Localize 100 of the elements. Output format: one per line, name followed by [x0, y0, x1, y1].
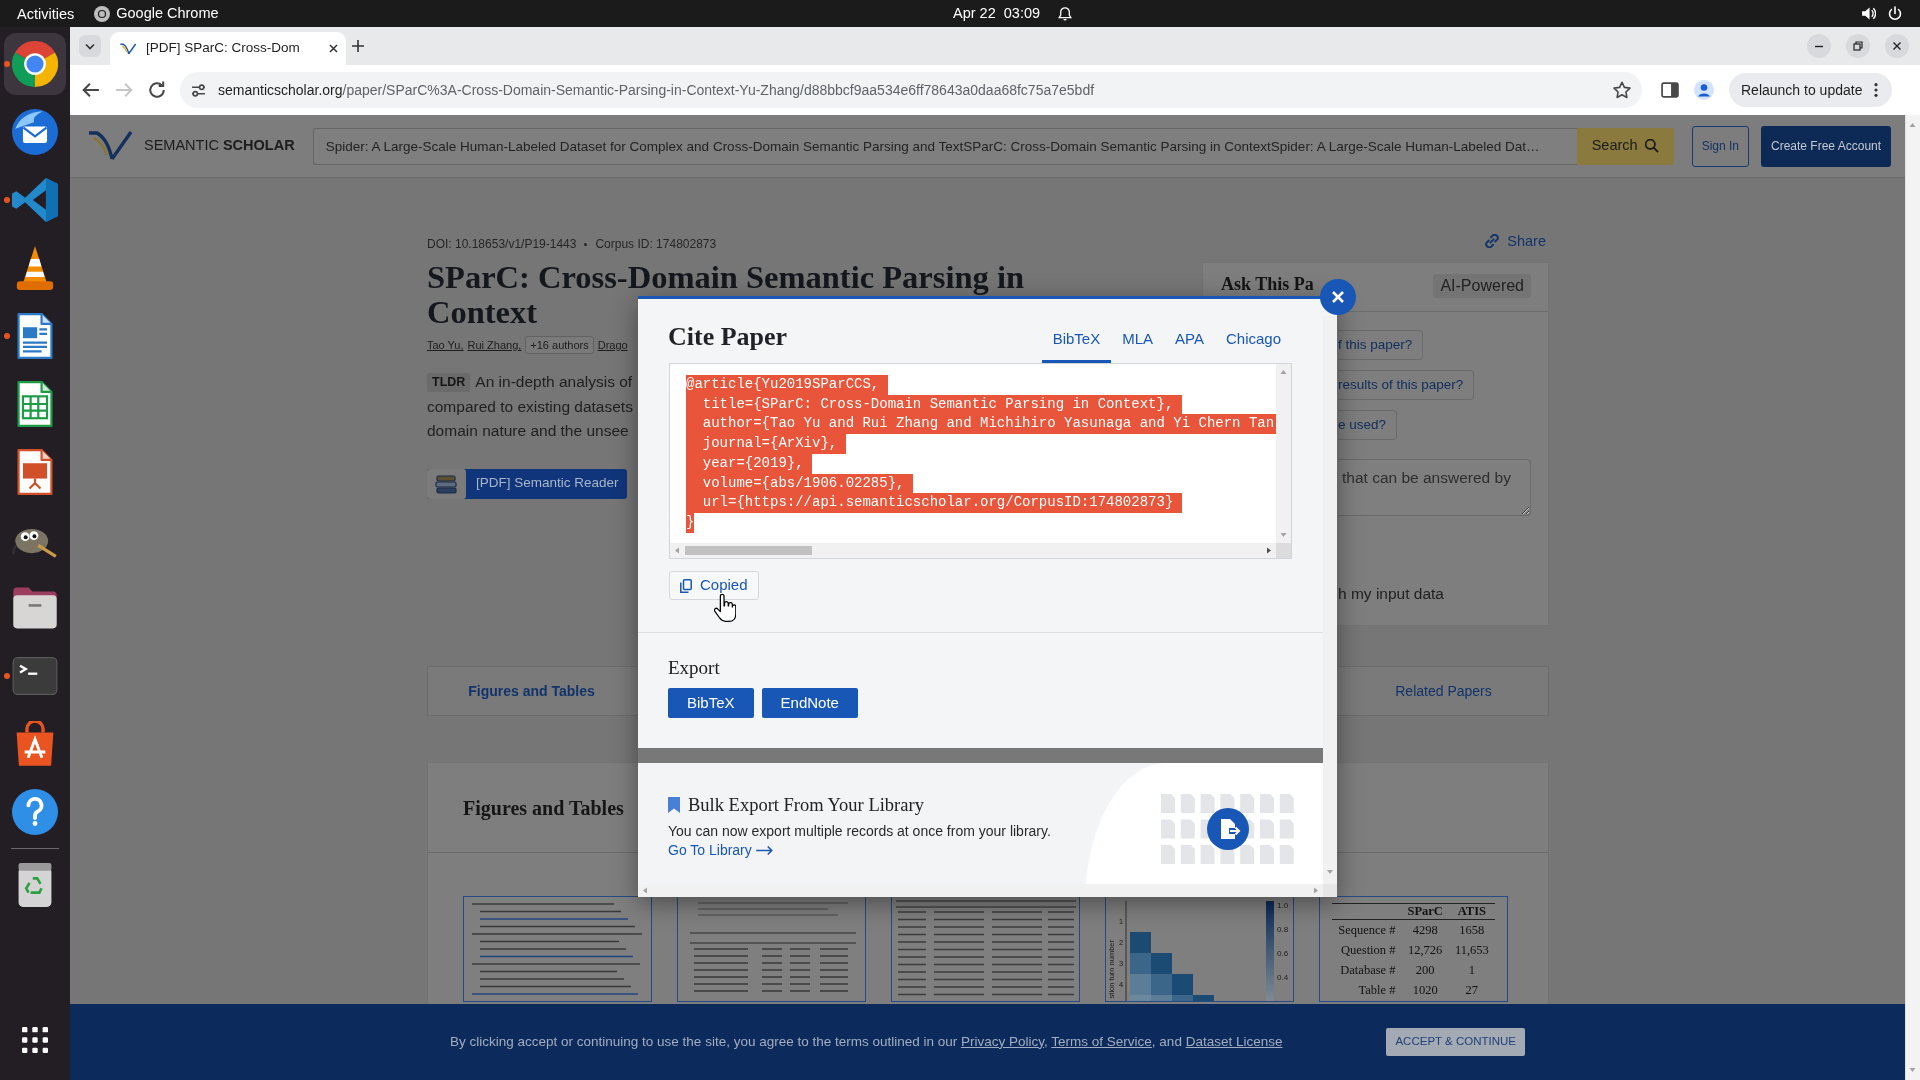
format-tab[interactable]: Chicago: [1214, 323, 1292, 363]
format-tab[interactable]: MLA: [1111, 323, 1165, 363]
copy-button[interactable]: Copied: [669, 571, 759, 600]
policy-link[interactable]: Dataset License: [1185, 1033, 1283, 1049]
table-figure-thumbnail[interactable]: SParC ATIS Sequence # 4298 1658 Question # 12,726 11,653 Database # 200 1 Table # 1020 27: [1319, 896, 1508, 1002]
tldr-label: TLDR: [427, 372, 471, 392]
cookie-notice-text: By clicking accept or continuing to use the site, you agree to the terms outlined in our Privacy Policy, Terms of Service, and Dataset License: [450, 1032, 1283, 1051]
clock[interactable]: Apr 22 03:09: [953, 2, 1041, 25]
accept-button[interactable]: ACCEPT & CONTINUE: [1386, 1028, 1525, 1056]
site-logo-icon: [120, 42, 136, 55]
activities-button[interactable]: Activities: [0, 3, 75, 24]
plus-icon[interactable]: [351, 39, 365, 53]
folder-icon: [12, 585, 58, 631]
app-grid-icon[interactable]: [22, 1027, 48, 1053]
horizontal-scrollbar[interactable]: [638, 884, 1323, 897]
paper-title: Context: [427, 296, 538, 329]
sign-in-button[interactable]: Sign In: [1691, 125, 1749, 167]
search-field[interactable]: Spider: A Large-Scale Human-Labeled Dataset for Complex and Cross-Domain Semantic Parsing and TextSParC: Cross-Domain Semantic Parsing in ContextSpider: A Large-Scale Human-Labeled Dat…: [312, 127, 1577, 165]
table-cell-text: 1020: [1411, 982, 1439, 1000]
address-bar[interactable]: semanticscholar.org/paper/SParC%3A-Cross-Domain-Semantic-Parsing-in-Context-Yu-Zhang/d88bbcf9aa534e6ff78643a0daa68fc75a7e5bdf: [180, 72, 1642, 108]
sliders-icon[interactable]: [191, 83, 206, 97]
restore-icon[interactable]: [1846, 34, 1870, 58]
link-icon: [1485, 234, 1500, 248]
file-export-icon[interactable]: [1207, 808, 1249, 850]
ai-powered-tag: AI-Powered: [1433, 274, 1531, 298]
bulk-export-text: You can now export multiple records at once from your library.: [668, 822, 1052, 841]
column-header: ATIS: [1448, 903, 1495, 920]
relaunch-button[interactable]: Relaunch to update: [1729, 73, 1893, 107]
vertical-scrollbar[interactable]: [1323, 316, 1337, 884]
paper-title: SParC: Cross-Domain Semantic Parsing in: [427, 261, 1025, 294]
table-cell: 4298: [1401, 919, 1449, 941]
bell-icon[interactable]: [1058, 6, 1073, 21]
table-cell-text: Table #: [1357, 982, 1397, 1000]
table-cell-text: 12,726: [1407, 941, 1444, 959]
arrow-right-icon: [755, 845, 773, 855]
search-button[interactable]: Search: [1576, 127, 1674, 165]
profile-icon[interactable]: [1694, 80, 1714, 100]
caret-down-icon[interactable]: [79, 35, 101, 57]
document-page-thumbnail[interactable]: [463, 896, 652, 1002]
bulk-export-title: Bulk Export From Your Library: [688, 794, 924, 816]
browser-tab[interactable]: [PDF] SParC: Cross-Dom: [110, 32, 346, 65]
consent-text: h my input data: [1338, 584, 1444, 604]
reload-icon[interactable]: [148, 81, 166, 99]
vertical-scrollbar[interactable]: [1276, 364, 1291, 543]
close-icon[interactable]: [1885, 34, 1909, 58]
author-link[interactable]: Drago: [597, 338, 628, 352]
speaker-icon[interactable]: [1861, 7, 1876, 20]
suggested-question-button[interactable]: results of this paper?: [1338, 370, 1475, 400]
bullet-icon: [584, 242, 588, 246]
colorbar-tick-label: 1.0: [1276, 901, 1289, 910]
policy-link[interactable]: Terms of Service: [1051, 1033, 1152, 1049]
horizontal-scrollbar[interactable]: [670, 543, 1276, 558]
bird-envelope-icon: [12, 109, 58, 155]
app-menu[interactable]: Google Chrome: [94, 2, 219, 25]
author-link[interactable]: Tao Yu,: [427, 338, 464, 352]
export-button[interactable]: EndNote: [761, 688, 858, 718]
question-input[interactable]: that can be answered by: [1338, 459, 1531, 516]
doi-text: DOI: 10.18653/v1/P19-1443: [427, 236, 577, 252]
author-link[interactable]: Rui Zhang,: [467, 338, 522, 352]
ring-logo-icon: [94, 5, 111, 22]
table-figure-thumbnail[interactable]: [891, 896, 1080, 1002]
section-title: Figures and Tables: [463, 796, 624, 820]
search-icon: [1644, 139, 1659, 153]
side-panel-icon[interactable]: [1661, 82, 1679, 98]
page-scrollbar[interactable]: [1905, 115, 1920, 1080]
panel-title: Ask This Pa: [1221, 274, 1314, 295]
bookmark-icon: [668, 797, 680, 813]
suggested-question-button[interactable]: f this paper?: [1338, 330, 1424, 360]
site-logo-icon: [88, 130, 132, 162]
more-authors-button[interactable]: +16 authors: [525, 336, 594, 354]
help-icon: [12, 789, 58, 835]
export-button[interactable]: BibTeX: [668, 688, 754, 718]
table-figure-thumbnail[interactable]: [677, 896, 866, 1002]
semantic-reader-button[interactable]: [PDF] Semantic Reader: [427, 468, 627, 499]
scrollbar-corner: [1323, 884, 1337, 897]
create-account-button[interactable]: Create Free Account: [1761, 125, 1892, 167]
table-cell-text: Question #: [1339, 941, 1397, 959]
section-tab[interactable]: Figures and Tables: [428, 667, 635, 715]
modal-title: Cite Paper: [668, 321, 788, 352]
colorbar-tick-label: 0.6: [1276, 949, 1289, 958]
table-cell: 1658: [1448, 919, 1495, 941]
power-icon[interactable]: [1888, 6, 1902, 21]
browser-logo-icon: [12, 41, 58, 87]
tldr-text: compared to existing datasets: [427, 396, 633, 417]
close-icon[interactable]: [329, 44, 338, 53]
star-icon[interactable]: [1613, 81, 1631, 99]
export-heading: Export: [668, 656, 721, 680]
colorbar-tick-label: 0.4: [1276, 973, 1289, 982]
library-link[interactable]: Go To Library: [668, 841, 773, 859]
kebab-menu-icon: [1874, 83, 1879, 97]
corpus-id-text: Corpus ID: 174802873: [595, 236, 717, 252]
home-link[interactable]: SEMANTIC SCHOLAR: [88, 130, 295, 162]
colorbar-tick-label: 0.8: [1276, 925, 1289, 934]
suggested-question-button[interactable]: e used?: [1338, 410, 1398, 440]
section-tab[interactable]: Related Papers: [1339, 667, 1548, 715]
table-cell-text: 1: [1467, 962, 1476, 980]
back-arrow-icon[interactable]: [82, 81, 100, 99]
dock-item[interactable]: [4, 33, 66, 95]
format-tab[interactable]: APA: [1164, 323, 1215, 363]
table-cell-text: 11,653: [1453, 941, 1490, 959]
